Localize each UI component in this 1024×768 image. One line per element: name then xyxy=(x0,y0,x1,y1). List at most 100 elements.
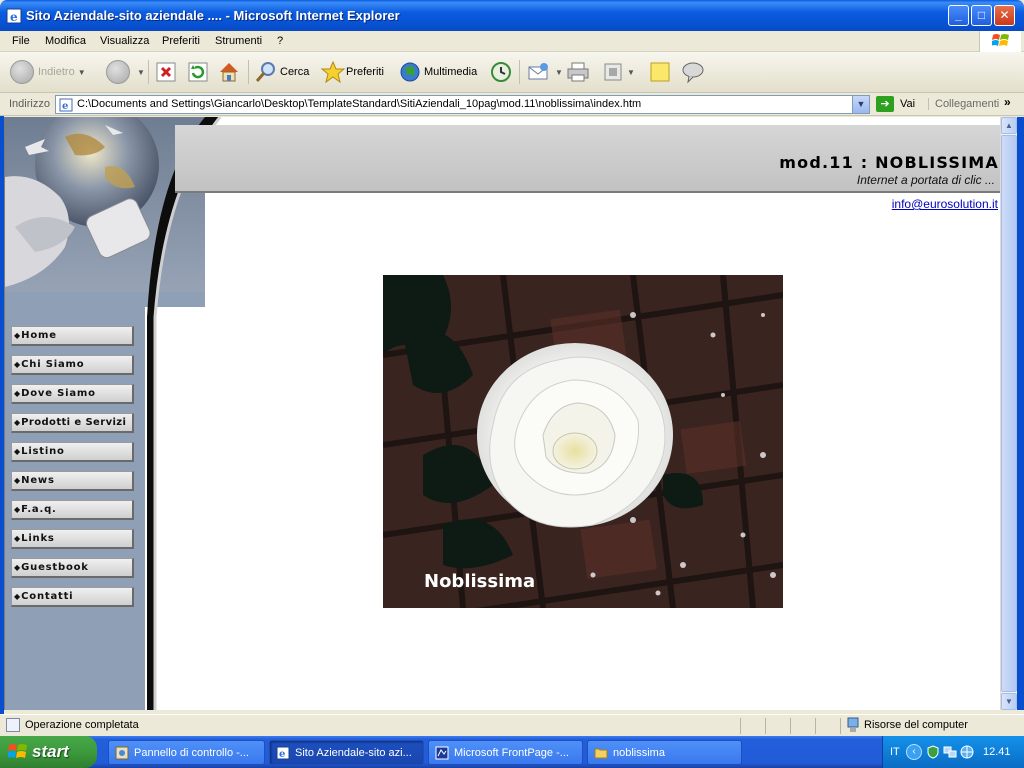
task-label: Sito Aziendale-sito azi... xyxy=(295,746,412,759)
task-label: noblissima xyxy=(613,746,665,759)
nav-dove-siamo[interactable]: ◆Dove Siamo xyxy=(11,384,134,404)
home-button[interactable] xyxy=(217,58,241,86)
back-arrow-icon xyxy=(10,60,34,84)
nav-faq[interactable]: ◆F.a.q. xyxy=(11,500,134,520)
messenger-button[interactable] xyxy=(680,58,706,86)
task-noblissima-folder[interactable]: noblissima xyxy=(587,740,742,765)
site-subtitle: Internet a portata di clic ... xyxy=(856,173,995,187)
links-toolbar[interactable]: Collegamenti xyxy=(928,98,999,110)
status-divider xyxy=(765,718,766,734)
print-button[interactable] xyxy=(565,58,591,86)
menu-strumenti[interactable]: Strumenti xyxy=(215,35,262,47)
maximize-button[interactable]: □ xyxy=(971,5,992,26)
internet-explorer-icon: e xyxy=(6,8,22,24)
nav-listino[interactable]: ◆Listino xyxy=(11,442,134,462)
menu-file[interactable]: File xyxy=(12,35,30,47)
scroll-up-button[interactable]: ▲ xyxy=(1001,117,1017,134)
globe-tray-icon[interactable] xyxy=(960,745,974,759)
status-divider xyxy=(740,718,741,734)
history-button[interactable] xyxy=(488,58,514,86)
refresh-button[interactable] xyxy=(187,58,209,86)
nav-label: Guestbook xyxy=(21,562,89,573)
scroll-thumb[interactable] xyxy=(1001,135,1017,692)
edit-button[interactable]: ▼ xyxy=(602,58,635,86)
diamond-icon: ◆ xyxy=(14,534,21,543)
nav-contatti[interactable]: ◆Contatti xyxy=(11,587,134,607)
forward-button[interactable]: ▼ xyxy=(106,58,145,86)
menu-help[interactable]: ? xyxy=(277,35,283,47)
clock[interactable]: 12.41 xyxy=(983,746,1011,758)
go-label: Vai xyxy=(900,98,916,110)
task-pannello-controllo[interactable]: Pannello di controllo -... xyxy=(108,740,265,765)
address-input[interactable]: e C:\Documents and Settings\Giancarlo\De… xyxy=(55,95,870,114)
vertical-scrollbar[interactable]: ▲ ▼ xyxy=(1000,117,1017,710)
search-label: Cerca xyxy=(280,66,310,78)
nav-label: News xyxy=(21,475,55,486)
go-button[interactable]: ➔ Vai xyxy=(876,96,915,112)
menu-visualizza[interactable]: Visualizza xyxy=(100,35,149,47)
nav-links[interactable]: ◆Links xyxy=(11,529,134,549)
nav-guestbook[interactable]: ◆Guestbook xyxy=(11,558,134,578)
nav-news[interactable]: ◆News xyxy=(11,471,134,491)
frontpage-icon xyxy=(435,746,449,759)
back-dropdown-icon[interactable]: ▼ xyxy=(78,68,86,77)
language-indicator[interactable]: IT xyxy=(890,746,900,758)
svg-text:e: e xyxy=(279,749,285,760)
address-label: Indirizzo xyxy=(9,98,50,110)
scroll-down-button[interactable]: ▼ xyxy=(1001,693,1017,710)
nav-chi-siamo[interactable]: ◆Chi Siamo xyxy=(11,355,134,375)
edit-page-icon xyxy=(604,63,622,81)
media-button[interactable]: Multimedia xyxy=(398,58,477,86)
nav-home[interactable]: ◆Home xyxy=(11,326,134,346)
globe-media-icon xyxy=(400,62,420,82)
task-frontpage[interactable]: Microsoft FrontPage -... xyxy=(428,740,583,765)
computer-zone-icon xyxy=(847,717,859,732)
title-bar: e Sito Aziendale-sito aziendale .... - M… xyxy=(0,0,1024,31)
security-zone: Risorse del computer xyxy=(864,719,968,731)
diamond-icon: ◆ xyxy=(14,476,21,485)
diamond-icon: ◆ xyxy=(14,418,21,427)
menu-modifica[interactable]: Modifica xyxy=(45,35,86,47)
refresh-icon xyxy=(188,62,208,82)
status-divider xyxy=(840,718,841,734)
start-button[interactable]: start xyxy=(0,736,97,768)
standard-toolbar: Indietro ▼ ▼ Cerca Preferiti Multimedia … xyxy=(0,52,1024,93)
email-link[interactable]: info@eurosolution.it xyxy=(892,197,998,211)
diamond-icon: ◆ xyxy=(14,505,21,514)
windows-flag-icon xyxy=(8,744,27,758)
address-dropdown-icon[interactable]: ▼ xyxy=(852,96,869,113)
notes-button[interactable] xyxy=(648,58,672,86)
diamond-icon: ◆ xyxy=(14,592,21,601)
network-tray-icon[interactable] xyxy=(943,745,957,759)
forward-dropdown-icon[interactable]: ▼ xyxy=(137,68,145,77)
back-button[interactable]: Indietro ▼ xyxy=(10,58,86,86)
nav-label: Dove Siamo xyxy=(21,388,96,399)
mail-dropdown-icon[interactable]: ▼ xyxy=(555,68,563,77)
toolbar-more-chevron[interactable]: » xyxy=(1004,95,1011,109)
nav-label: F.a.q. xyxy=(21,504,57,515)
status-divider xyxy=(790,718,791,734)
diamond-icon: ◆ xyxy=(14,389,21,398)
nav-label: Prodotti e Servizi xyxy=(21,417,127,428)
menu-preferiti[interactable]: Preferiti xyxy=(162,35,200,47)
go-arrow-icon: ➔ xyxy=(876,96,894,112)
status-bar: Operazione completata Risorse del comput… xyxy=(0,714,1024,736)
search-button[interactable]: Cerca xyxy=(254,58,309,86)
favorites-button[interactable]: Preferiti xyxy=(320,58,384,86)
window-right-frame xyxy=(1017,117,1024,710)
home-icon xyxy=(220,63,238,82)
white-camellia-photo xyxy=(383,275,783,608)
start-label: start xyxy=(32,742,69,761)
task-sito-aziendale[interactable]: e Sito Aziendale-sito azi... xyxy=(269,740,424,765)
edit-dropdown-icon[interactable]: ▼ xyxy=(627,68,635,77)
shield-tray-icon[interactable] xyxy=(926,745,940,759)
minimize-button[interactable]: _ xyxy=(948,5,969,26)
close-button[interactable]: ✕ xyxy=(994,5,1015,26)
toolbar-separator xyxy=(148,60,149,84)
nav-prodotti-servizi[interactable]: ◆Prodotti e Servizi xyxy=(11,413,134,433)
tray-expand-icon[interactable]: ‹ xyxy=(906,744,922,760)
stop-button[interactable] xyxy=(155,58,177,86)
taskbar: start Pannello di controllo -... e Sito … xyxy=(0,736,1024,768)
mail-button[interactable]: ▼ xyxy=(526,58,563,86)
media-label: Multimedia xyxy=(424,66,478,78)
